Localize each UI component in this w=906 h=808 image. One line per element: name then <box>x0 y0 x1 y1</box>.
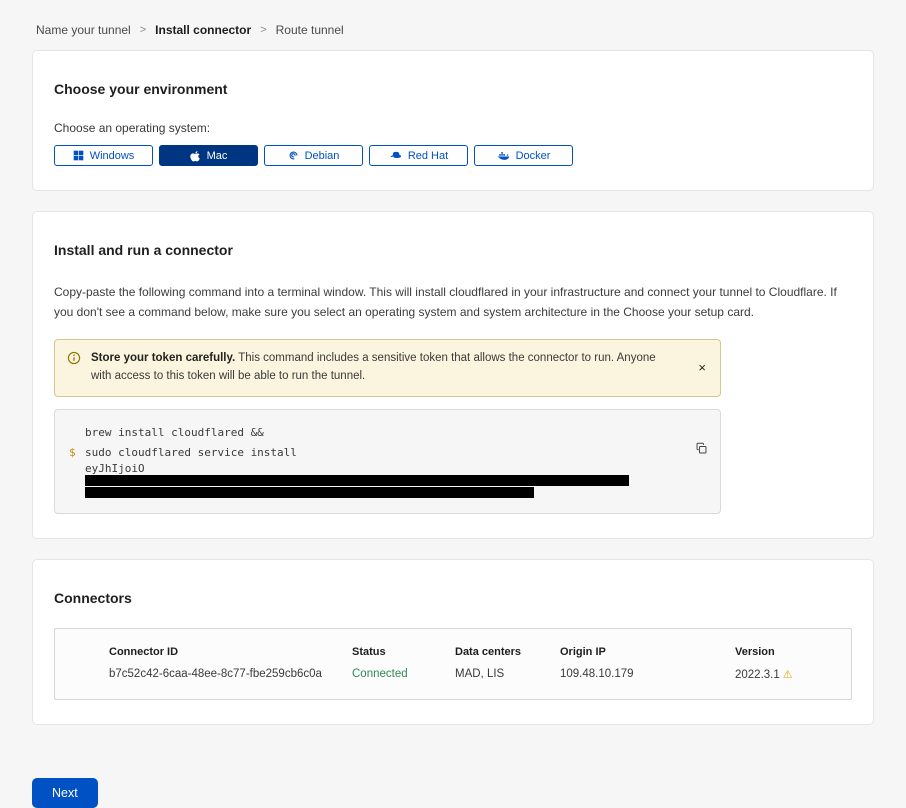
code-line: $ sudo cloudflared service install <box>69 443 680 463</box>
code-token-line: eyJhIjoiO <box>85 463 680 487</box>
code-gutter <box>69 423 85 443</box>
token-warning-banner: Store your token carefully. This command… <box>54 339 721 398</box>
token-warning-bold: Store your token carefully. <box>91 352 235 364</box>
token-warning-text: Store your token carefully. This command… <box>91 350 686 386</box>
os-button-mac[interactable]: Mac <box>159 145 258 166</box>
os-button-group: Windows Mac Debian Red Hat <box>54 145 852 166</box>
column-header-status: Status <box>352 646 455 658</box>
os-select-label: Choose an operating system: <box>54 121 852 135</box>
connector-id-value: b7c52c42-6caa-48ee-8c77-fbe259cb6c0a <box>55 668 352 681</box>
data-centers-value: MAD, LIS <box>455 668 560 681</box>
redacted-token-bar <box>85 487 534 498</box>
status-badge: Connected <box>352 668 455 681</box>
code-command-1: brew install cloudflared && <box>85 423 264 443</box>
code-gutter <box>69 487 85 499</box>
version-warning-icon: ⚠ <box>783 669 793 681</box>
apple-icon <box>190 150 201 162</box>
page: Name your tunnel > Install connector > R… <box>0 0 906 808</box>
install-command-code-block: brew install cloudflared && $ sudo cloud… <box>54 409 721 514</box>
choose-environment-title: Choose your environment <box>54 81 852 97</box>
breadcrumb-route-tunnel[interactable]: Route tunnel <box>276 23 344 37</box>
code-line <box>69 487 680 499</box>
code-command-2: sudo cloudflared service install <box>85 443 297 463</box>
debian-icon <box>288 150 299 161</box>
os-button-debian[interactable]: Debian <box>264 145 363 166</box>
install-connector-title: Install and run a connector <box>54 242 852 258</box>
version-value: 2022.3.1⚠ <box>735 668 851 681</box>
os-button-label: Windows <box>90 150 135 162</box>
column-header-connector-id: Connector ID <box>55 646 352 658</box>
connectors-table: Connector ID Status Data centers Origin … <box>54 628 852 700</box>
column-header-version: Version <box>735 646 851 658</box>
next-button[interactable]: Next <box>32 778 98 808</box>
os-button-docker[interactable]: Docker <box>474 145 573 166</box>
windows-icon <box>73 150 84 161</box>
os-button-windows[interactable]: Windows <box>54 145 153 166</box>
install-description: Copy-paste the following command into a … <box>54 282 852 323</box>
origin-ip-value: 109.48.10.179 <box>560 668 735 681</box>
redacted-token-bar <box>85 475 629 486</box>
os-button-redhat[interactable]: Red Hat <box>369 145 468 166</box>
os-button-label: Docker <box>516 150 551 162</box>
shell-prompt: $ <box>69 443 85 463</box>
os-button-label: Debian <box>305 150 340 162</box>
breadcrumb: Name your tunnel > Install connector > R… <box>32 0 874 50</box>
breadcrumb-separator: > <box>140 24 146 36</box>
os-button-label: Red Hat <box>408 150 448 162</box>
connectors-title: Connectors <box>54 590 852 606</box>
code-line: brew install cloudflared && <box>69 423 680 443</box>
column-header-origin-ip: Origin IP <box>560 646 735 658</box>
token-prefix: eyJhIjoiO <box>85 462 145 475</box>
os-button-label: Mac <box>207 150 228 162</box>
info-icon <box>67 351 81 372</box>
connectors-card: Connectors Connector ID Status Data cent… <box>32 559 874 725</box>
install-connector-card: Install and run a connector Copy-paste t… <box>32 211 874 539</box>
column-header-data-centers: Data centers <box>455 646 560 658</box>
breadcrumb-separator: > <box>260 24 266 36</box>
code-gutter <box>69 463 85 487</box>
copy-icon[interactable] <box>695 442 708 458</box>
code-line: eyJhIjoiO <box>69 463 680 487</box>
breadcrumb-install-connector[interactable]: Install connector <box>155 23 251 37</box>
redhat-icon <box>389 150 402 161</box>
version-number: 2022.3.1 <box>735 669 780 681</box>
docker-icon <box>497 150 510 161</box>
breadcrumb-name-your-tunnel[interactable]: Name your tunnel <box>36 23 131 37</box>
close-icon[interactable]: × <box>696 359 708 376</box>
choose-environment-card: Choose your environment Choose an operat… <box>32 50 874 191</box>
